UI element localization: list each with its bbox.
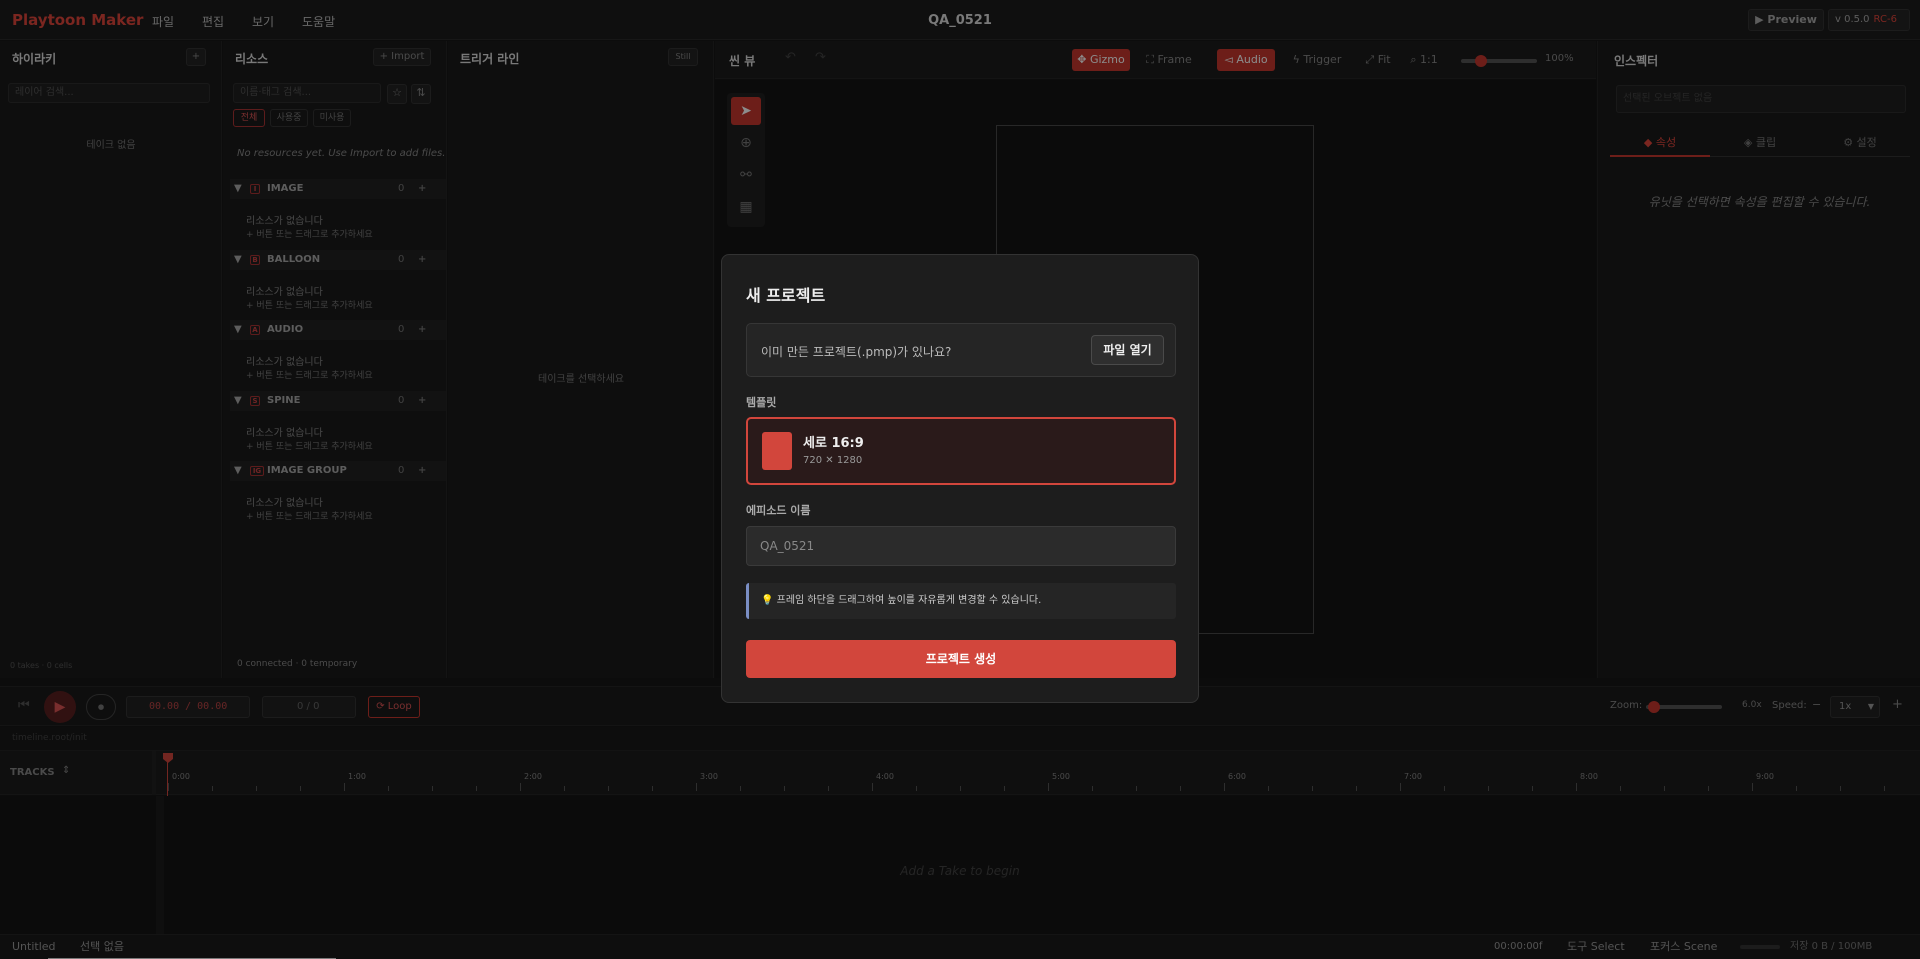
dialog-title: 새 프로젝트 <box>746 286 826 305</box>
create-project-button[interactable]: 프로젝트 생성 <box>746 640 1176 678</box>
portrait-template-icon <box>762 432 792 470</box>
tip-box: 💡 프레임 하단을 드래그하여 높이를 자유롭게 변경할 수 있습니다. <box>746 583 1176 619</box>
template-name: 세로 16:9 <box>803 436 864 451</box>
lightbulb-icon: 💡 <box>761 595 777 606</box>
template-label: 템플릿 <box>746 396 777 409</box>
tip-text: 프레임 하단을 드래그하여 높이를 자유롭게 변경할 수 있습니다. <box>776 595 1042 606</box>
episode-name-input[interactable]: QA_0521 <box>746 526 1176 566</box>
template-size: 720 ✕ 1280 <box>803 455 863 466</box>
open-question-text: 이미 만든 프로젝트(.pmp)가 있나요? <box>761 345 952 359</box>
open-file-button[interactable]: 파일 열기 <box>1091 335 1164 365</box>
new-project-dialog: 새 프로젝트 이미 만든 프로젝트(.pmp)가 있나요? 파일 열기 템플릿 … <box>721 254 1199 703</box>
open-existing-box: 이미 만든 프로젝트(.pmp)가 있나요? 파일 열기 <box>746 323 1176 377</box>
episode-label: 에피소드 이름 <box>746 504 811 517</box>
template-card-selected[interactable]: 세로 16:9 720 ✕ 1280 <box>746 417 1176 485</box>
app-window: Playtoon Maker 파일 편집 보기 도움말 QA_0521 ▶ Pr… <box>0 0 1920 959</box>
